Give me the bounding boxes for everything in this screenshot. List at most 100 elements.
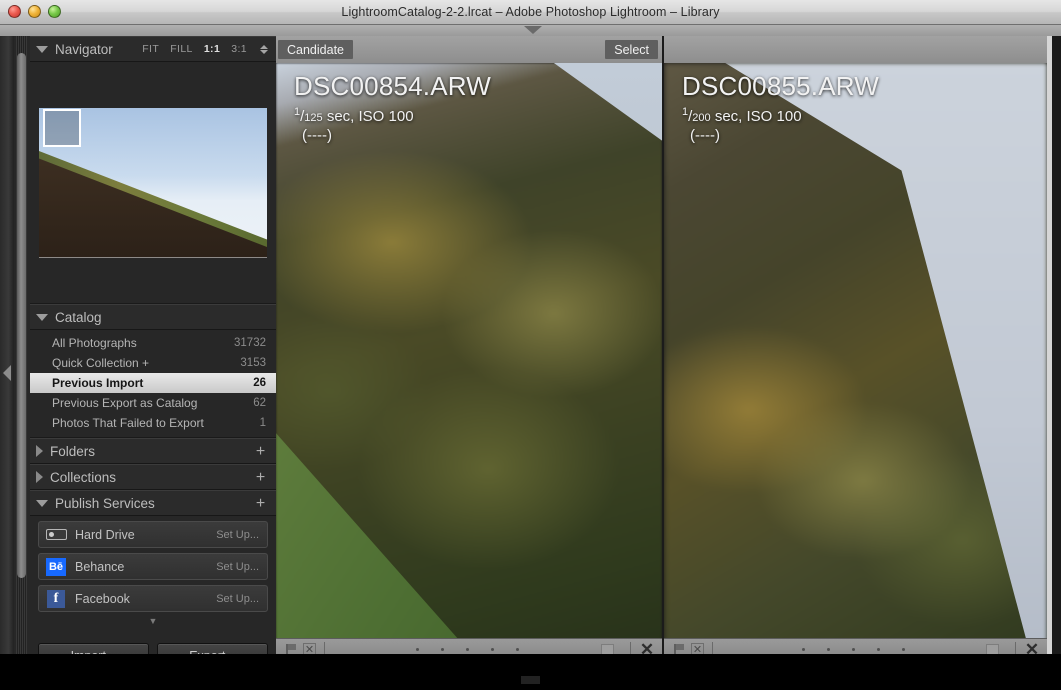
chevron-left-icon[interactable] [3,365,11,381]
publish-service-hard-drive[interactable]: Hard Drive Set Up... [38,521,268,548]
navigator-thumbnail[interactable] [39,107,267,258]
catalog-item-count: 31732 [234,337,266,349]
navigator-header[interactable]: Navigator FIT FILL 1:1 3:1 [30,36,276,62]
exif-tail: sec, ISO 100 [322,108,414,125]
catalog-item-label: Previous Import [52,376,144,390]
folders-title: Folders [50,443,96,459]
zoom-fit-button[interactable]: FIT [142,43,159,55]
hard-drive-icon [45,526,67,544]
disclosure-triangle-down-icon[interactable] [36,313,48,321]
shutter-denominator: 125 [304,112,323,124]
rating-dot[interactable] [852,648,855,651]
candidate-pane[interactable]: DSC00855.ARW 1/200 sec, ISO 100 (----) ✕ [664,63,1047,660]
candidate-photo-filename: DSC00855.ARW [682,71,880,101]
shutter-denominator: 200 [692,112,711,124]
rating-dot[interactable] [440,648,444,651]
lightroom-window: LightroomCatalog-2-2.lrcat – Adobe Photo… [0,0,1061,690]
catalog-item-previous-export-as-catalog[interactable]: Previous Export as Catalog 62 [30,393,276,413]
disclosure-triangle-right-icon[interactable] [36,471,43,483]
top-panel-strip [0,25,1061,36]
catalog-item-all-photographs[interactable]: All Photographs 31732 [30,333,276,353]
window-title: LightroomCatalog-2-2.lrcat – Adobe Photo… [341,5,720,19]
chevron-down-icon[interactable] [524,26,542,34]
facebook-icon: f [45,589,67,608]
collections-title: Collections [50,469,117,485]
select-badge[interactable]: Select [605,40,658,59]
publish-service-label: Hard Drive [75,527,135,542]
rating-dot[interactable] [490,648,494,651]
navigator-selection-rect[interactable] [43,108,81,147]
collections-header[interactable]: Collections + [30,464,276,490]
rating-dot[interactable] [802,648,805,651]
publish-service-setup-link[interactable]: Set Up... [216,561,259,573]
rating-dot[interactable] [415,648,419,651]
publish-service-label: Facebook [75,591,130,606]
publish-services-title: Publish Services [55,495,155,511]
candidate-photo-overlay: DSC00855.ARW 1/200 sec, ISO 100 (----) [682,71,879,144]
sidebar-content: Navigator FIT FILL 1:1 3:1 Catalog All P… [30,36,276,679]
add-folder-icon[interactable]: + [253,444,268,460]
catalog-item-count: 1 [259,417,266,429]
zoom-stepper-icon[interactable] [260,44,268,54]
left-sidebar: Navigator FIT FILL 1:1 3:1 Catalog All P… [14,36,276,679]
candidate-badge[interactable]: Candidate [278,40,353,59]
rating-dot[interactable] [515,648,519,651]
add-collection-icon[interactable]: + [253,470,268,486]
bottom-panel-grip-icon[interactable] [521,676,540,684]
publish-service-setup-link[interactable]: Set Up... [216,593,259,605]
shutter-numerator: 1 [682,106,689,118]
zoom-3-1-button[interactable]: 3:1 [231,43,247,55]
zoom-fill-button[interactable]: FILL [170,43,193,55]
catalog-item-previous-import[interactable]: Previous Import 26 [30,373,276,393]
select-pane[interactable]: DSC00854.ARW 1/125 sec, ISO 100 (----) ✕ [276,63,662,660]
title-bar: LightroomCatalog-2-2.lrcat – Adobe Photo… [0,0,1061,25]
zoom-button[interactable] [48,5,61,18]
compare-header-bar: Select Candidate [276,36,1047,63]
catalog-title: Catalog [55,309,102,325]
disclosure-triangle-down-icon[interactable] [36,45,48,53]
disclosure-triangle-right-icon[interactable] [36,445,43,457]
catalog-item-label: Previous Export as Catalog [52,396,198,410]
publish-service-behance[interactable]: Bē Behance Set Up... [38,553,268,580]
publish-service-setup-link[interactable]: Set Up... [216,529,259,541]
candidate-photo-dashes: (----) [690,127,720,144]
catalog-item-label: All Photographs [52,336,137,350]
zoom-1-1-button[interactable]: 1:1 [204,43,220,55]
publish-services-list: Hard Drive Set Up... Bē Behance Set Up..… [30,516,276,628]
left-panel-collapse-strip[interactable] [0,36,14,679]
compare-header-divider [662,36,664,63]
select-rating-stars[interactable] [333,648,601,651]
publish-services-header[interactable]: Publish Services + [30,490,276,516]
folders-header[interactable]: Folders + [30,438,276,464]
disclosure-triangle-down-icon[interactable] [36,499,48,507]
panel-scroll-chevron-icon[interactable]: ▼ [38,617,268,626]
sidebar-scrollbar[interactable] [17,53,26,578]
publish-service-facebook[interactable]: f Facebook Set Up... [38,585,268,612]
traffic-lights [8,5,61,18]
select-photo-exif: 1/125 sec, ISO 100 [294,106,414,125]
right-panel-collapse-strip[interactable] [1047,36,1061,679]
rating-dot[interactable] [877,648,880,651]
add-publish-service-icon[interactable]: + [253,496,268,512]
catalog-item-count: 62 [253,397,266,409]
rating-dot[interactable] [902,648,905,651]
publish-service-label: Behance [75,559,125,574]
catalog-header[interactable]: Catalog [30,304,276,330]
bottom-panel-strip [0,654,1061,690]
exif-tail: sec, ISO 100 [710,108,802,125]
workspace: Navigator FIT FILL 1:1 3:1 Catalog All P… [0,25,1061,690]
navigator-preview[interactable] [30,62,276,304]
close-button[interactable] [8,5,21,18]
behance-icon: Bē [45,557,67,576]
select-photo-overlay: DSC00854.ARW 1/125 sec, ISO 100 (----) [294,71,491,144]
rating-dot[interactable] [465,648,469,651]
catalog-item-quick-collection[interactable]: Quick Collection + 3153 [30,353,276,373]
catalog-item-label: Photos That Failed to Export [52,416,204,430]
minimize-button[interactable] [28,5,41,18]
rating-dot[interactable] [827,648,830,651]
catalog-item-count: 26 [253,377,266,389]
candidate-rating-stars[interactable] [721,648,986,651]
catalog-item-photos-that-failed-to-export[interactable]: Photos That Failed to Export 1 [30,413,276,433]
shutter-numerator: 1 [294,106,301,118]
catalog-item-label: Quick Collection + [52,356,150,370]
